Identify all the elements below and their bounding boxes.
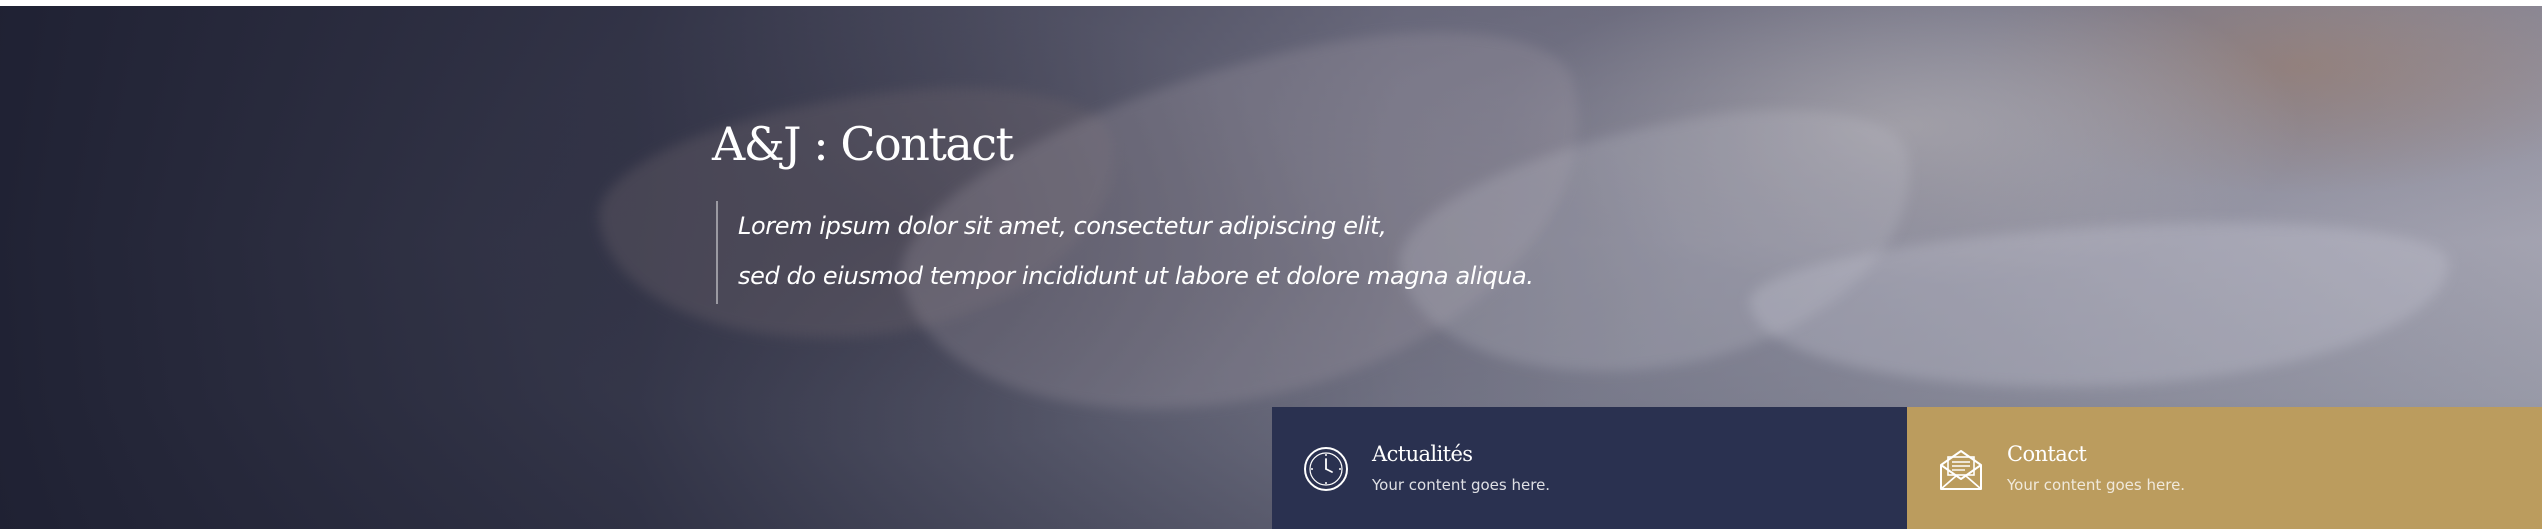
- card-actualites[interactable]: Actualités Your content goes here.: [1272, 407, 1907, 529]
- envelope-letter-icon: [1937, 445, 1985, 493]
- card-title: Contact: [2007, 442, 2087, 466]
- quote-line-2: sed do eiusmod tempor incididunt ut labo…: [738, 262, 1534, 290]
- card-subtitle: Your content goes here.: [1372, 476, 1551, 494]
- card-title: Actualités: [1372, 442, 1473, 466]
- card-contact[interactable]: Contact Your content goes here.: [1907, 407, 2542, 529]
- quote-line-1: Lorem ipsum dolor sit amet, consectetur …: [738, 212, 1387, 240]
- clock-icon: [1302, 445, 1350, 493]
- page-title: A&J : Contact: [712, 117, 1014, 171]
- hero-quote: Lorem ipsum dolor sit amet, consectetur …: [716, 201, 1534, 304]
- card-subtitle: Your content goes here.: [2007, 476, 2186, 494]
- card-contact-text: Contact Your content goes here.: [2007, 442, 2185, 494]
- card-actualites-text: Actualités Your content goes here.: [1372, 442, 1550, 494]
- info-cards: Actualités Your content goes here. Conta…: [1272, 407, 2542, 529]
